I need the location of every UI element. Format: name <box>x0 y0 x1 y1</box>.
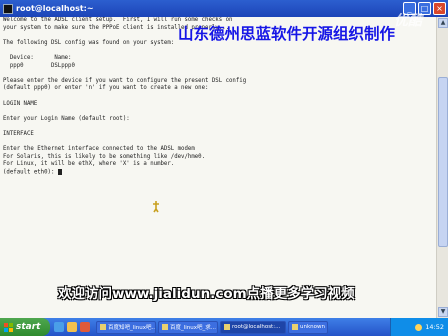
app-icon <box>162 324 168 330</box>
scrollbar-thumb[interactable] <box>438 77 448 247</box>
taskbar-buttons: 百度知吧_linux吧... 百度_linux吧_求... root@localho… <box>94 320 328 334</box>
terminal-line: Please enter the device if you want to c… <box>3 77 247 84</box>
app-icon <box>224 324 230 330</box>
app-icon <box>100 324 106 330</box>
system-tray: 14:52 <box>390 318 448 336</box>
taskbar-button[interactable]: 百度知吧_linux吧... <box>96 320 156 334</box>
terminal-line: INTERFACE <box>3 130 34 137</box>
video-watermark: 优酷 <box>394 13 422 29</box>
bottom-caption: 欢迎访问www.jialidun.com点播更多学习视频 <box>58 286 355 302</box>
window-title: root@localhost:~ <box>16 4 94 13</box>
terminal-window: root@localhost:~ _ □ × Welcome to the AD… <box>0 0 448 318</box>
vertical-scrollbar[interactable]: ▲ ▼ <box>436 17 448 318</box>
terminal-line: For Solaris, this is likely to be someth… <box>3 153 206 160</box>
scroll-down-icon[interactable]: ▼ <box>438 307 448 317</box>
browser-icon[interactable] <box>54 322 64 332</box>
mouse-cursor-icon <box>153 201 159 213</box>
terminal-icon <box>3 3 13 14</box>
terminal-line: (default eth0): <box>3 168 436 177</box>
scroll-up-icon[interactable]: ▲ <box>438 18 448 28</box>
taskbar: start 百度知吧_linux吧... 百度_linux吧_求... root@l… <box>0 318 448 336</box>
folder-icon[interactable] <box>67 322 77 332</box>
taskbar-button-label: unknown <box>300 324 325 330</box>
terminal-line: ppp0 DSLppp0 <box>3 62 75 69</box>
start-label: start <box>16 322 41 332</box>
taskbar-button[interactable]: 百度_linux吧_求... <box>158 320 218 334</box>
taskbar-button[interactable]: root@localhost:... <box>220 320 286 334</box>
start-button[interactable]: start <box>0 318 50 336</box>
terminal-output[interactable]: Welcome to the ADSL client setup. First,… <box>0 17 436 318</box>
title-bar[interactable]: root@localhost:~ _ □ × <box>0 0 448 17</box>
taskbar-button-label: 百度知吧_linux吧... <box>108 325 156 331</box>
windows-logo-icon <box>4 322 13 332</box>
terminal-line: Enter the Ethernet interface connected t… <box>3 146 195 153</box>
quick-launch <box>50 322 94 332</box>
clock: 14:52 <box>425 323 444 331</box>
taskbar-button-label: root@localhost:... <box>232 324 281 330</box>
terminal-line: For Linux, it will be ethX, where 'X' is… <box>3 161 175 168</box>
terminal-line: Device: Name: <box>3 54 72 61</box>
terminal-line: Enter your Login Name (default root): <box>3 115 130 122</box>
app-icon <box>292 324 298 330</box>
taskbar-button[interactable]: unknown <box>288 320 328 334</box>
media-icon[interactable] <box>80 322 90 332</box>
top-caption: 山东德州思蓝软件开源组织制作 <box>178 25 396 43</box>
tray-icon[interactable] <box>415 323 423 331</box>
close-button[interactable]: × <box>433 2 446 15</box>
text-cursor <box>57 168 62 175</box>
taskbar-button-label: 百度_linux吧_求... <box>170 325 217 331</box>
terminal-line: (default ppp0) or enter 'n' if you want … <box>3 85 209 92</box>
terminal-line: LOGIN NAME <box>3 100 38 107</box>
